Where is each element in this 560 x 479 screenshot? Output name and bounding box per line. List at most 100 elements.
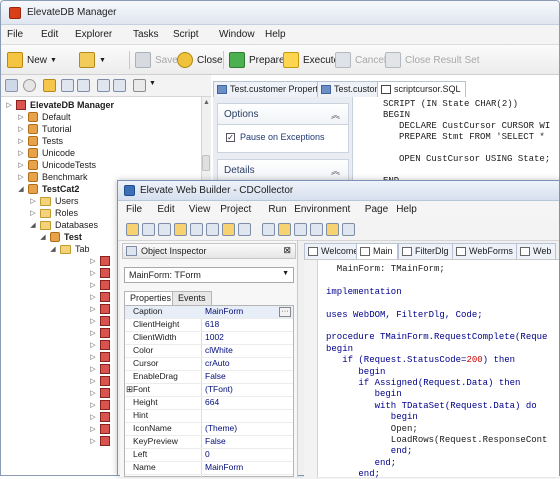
code-editor[interactable]: MainForm: TMainForm; implementation uses W… [304, 259, 559, 479]
collapse-icon[interactable]: ◢ [17, 185, 25, 193]
collapse-icon[interactable]: ◢ [49, 245, 57, 253]
tree-item[interactable]: ◢ Databases [29, 219, 98, 231]
options-icon[interactable] [133, 79, 146, 92]
menu-item[interactable]: Edit [41, 29, 58, 40]
pause-checkbox[interactable]: ✓ [226, 133, 235, 142]
property-value[interactable]: 664 [205, 397, 219, 407]
ellipsis-button[interactable]: ··· [279, 307, 291, 317]
new-button[interactable]: New ▼ [7, 50, 57, 70]
menu-item[interactable]: Window [219, 29, 255, 40]
paste-icon[interactable] [238, 223, 251, 236]
property-row[interactable]: Height 664 [125, 397, 293, 410]
builder-menu-item[interactable]: File [126, 204, 142, 215]
refresh-icon[interactable] [5, 79, 18, 92]
expand-icon[interactable]: ▷ [89, 401, 97, 409]
stop-icon[interactable] [23, 79, 36, 92]
collapse-icon[interactable]: ◢ [29, 221, 37, 229]
expand-icon[interactable]: ▷ [5, 101, 13, 109]
tree-item[interactable]: ▷ [89, 435, 114, 447]
property-value[interactable]: MainForm [205, 306, 243, 316]
details-header[interactable]: Details ︽ [217, 159, 349, 181]
expand-icon[interactable]: ▷ [89, 377, 97, 385]
tree-item[interactable]: ▷ Unicode [17, 147, 75, 159]
expand-icon[interactable]: ▷ [89, 317, 97, 325]
tree-item[interactable]: ▷ [89, 375, 114, 387]
open-button[interactable]: ▼ [79, 50, 106, 70]
tree-item[interactable]: ▷ [89, 327, 114, 339]
tree-item[interactable]: ▷ [89, 399, 114, 411]
tab-scriptcursor-sql[interactable]: scriptcursor.SQL [377, 81, 466, 97]
property-row[interactable]: Color clWhite [125, 345, 293, 358]
builder-menu-item[interactable]: Run [268, 204, 286, 215]
expand-icon[interactable]: ▷ [89, 341, 97, 349]
tree-item[interactable]: ▷ [89, 315, 114, 327]
property-value[interactable]: MainForm [205, 462, 243, 472]
property-row[interactable]: KeyPreview False [125, 436, 293, 449]
expand-icon[interactable]: ▷ [29, 209, 37, 217]
copy-icon[interactable] [222, 223, 235, 236]
tree-item[interactable]: ▷ [89, 363, 114, 375]
expand-icon[interactable]: ▷ [29, 197, 37, 205]
property-value[interactable]: False [205, 371, 226, 381]
menu-item[interactable]: Tasks [133, 29, 159, 40]
expand-icon[interactable]: ▷ [17, 173, 25, 181]
menu-item[interactable]: Explorer [75, 29, 112, 40]
expand-icon[interactable]: ▷ [89, 353, 97, 361]
expand-icon[interactable]: ▷ [89, 281, 97, 289]
property-row[interactable]: ClientWidth 1002 [125, 332, 293, 345]
tab-events[interactable]: Events [172, 291, 212, 305]
close-result-set-button[interactable]: Close Result Set [385, 50, 479, 70]
tree-item[interactable]: ▷ Tests [17, 135, 63, 147]
expand-icon[interactable]: ▷ [89, 329, 97, 337]
expand-icon[interactable]: ⊞ [126, 384, 133, 395]
tree-item[interactable]: ▷ [89, 255, 114, 267]
property-row[interactable]: Left 0 [125, 449, 293, 462]
builder-menu-item[interactable]: Environment [294, 204, 350, 215]
tree-item[interactable]: ▷ [89, 411, 114, 423]
tab-main[interactable]: Main [356, 243, 398, 259]
builder-menu-item[interactable]: Page [365, 204, 388, 215]
property-row[interactable]: Hint [125, 410, 293, 423]
expand-icon[interactable]: ▷ [17, 161, 25, 169]
tab-welcome[interactable]: Welcome [304, 243, 364, 259]
tree-item[interactable]: ▷ Default [17, 111, 71, 123]
tree-item[interactable]: ▷ [89, 291, 114, 303]
cancel-button[interactable]: Cancel [335, 50, 386, 70]
property-value[interactable]: clWhite [205, 345, 233, 355]
collapse-icon[interactable]: ◢ [39, 233, 47, 241]
save-all-icon[interactable] [174, 223, 187, 236]
options-header[interactable]: Options ︽ [217, 103, 349, 125]
tree-item[interactable]: ◢ TestCat2 [17, 183, 79, 195]
expand-icon[interactable]: ▷ [17, 113, 25, 121]
property-row[interactable]: Font (TFont) ⊞ [125, 384, 293, 397]
tab-web[interactable]: Web [516, 243, 557, 259]
tree-item[interactable]: ▷ Tutorial [17, 123, 72, 135]
sort-asc-icon[interactable] [61, 79, 74, 92]
expand-icon[interactable]: ▷ [89, 437, 97, 445]
builder-menu-item[interactable]: Edit [157, 204, 174, 215]
property-row[interactable]: Caption MainForm ··· [125, 306, 293, 319]
menu-item[interactable]: Script [173, 29, 199, 40]
tree-item[interactable]: ◢ Tab [49, 243, 89, 255]
save-icon[interactable] [158, 223, 171, 236]
expand-icon[interactable]: ▷ [17, 137, 25, 145]
property-value[interactable]: crAuto [205, 358, 230, 368]
expand-icon[interactable]: ▷ [89, 257, 97, 265]
property-value[interactable]: False [205, 436, 226, 446]
property-row[interactable]: Name MainForm [125, 462, 293, 475]
options-dropdown-icon[interactable]: ▼ [149, 80, 156, 87]
expand-icon[interactable]: ▷ [89, 305, 97, 313]
help-icon[interactable] [326, 223, 339, 236]
tab-webforms[interactable]: WebForms [452, 243, 518, 259]
property-row[interactable]: IconName (Theme) [125, 423, 293, 436]
builder-menu-item[interactable]: Project [220, 204, 251, 215]
expand-icon[interactable]: ▷ [89, 293, 97, 301]
tree-item[interactable]: ▷ Roles [29, 207, 78, 219]
cut-icon[interactable] [310, 223, 323, 236]
settings-icon[interactable] [342, 223, 355, 236]
builder-menu-item[interactable]: Help [396, 204, 417, 215]
property-value[interactable]: 1002 [205, 332, 224, 342]
property-value[interactable]: (TFont) [205, 384, 233, 394]
expand-icon[interactable]: ▷ [89, 365, 97, 373]
window-icon[interactable] [294, 223, 307, 236]
